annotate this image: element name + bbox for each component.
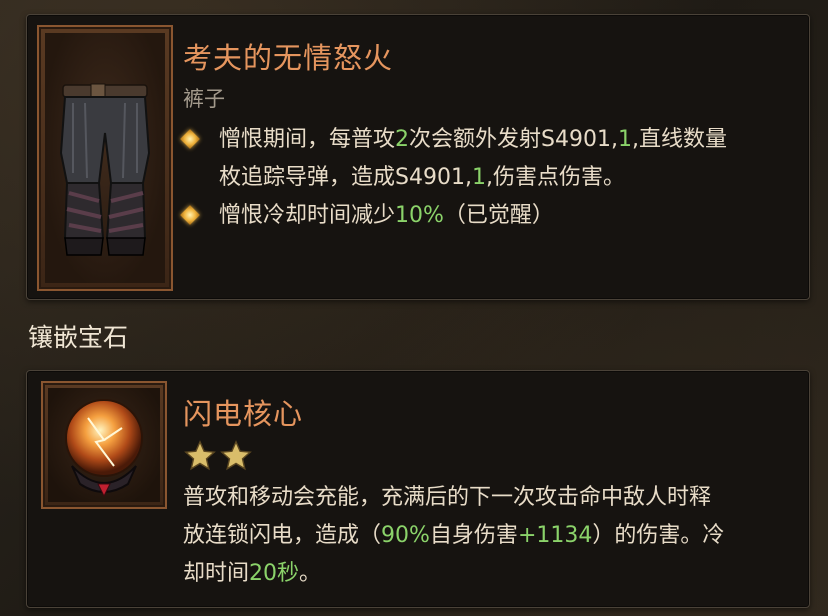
text-segment: 普攻和移动会充能，充满后的下一次攻击命中敌人时释 (183, 485, 712, 510)
socketed-gems-heading: 镶嵌宝石 (28, 323, 129, 352)
affix-1-text: 憎恨期间，每普攻2次会额外发射S4901,1,直线数量 枚追踪导弹，造成S4901… (219, 121, 727, 197)
text-segment: 自身伤害 (429, 523, 518, 548)
affix-line: 憎恨期间，每普攻2次会额外发射S4901,1,直线数量 (219, 121, 727, 159)
star-icon (184, 440, 216, 471)
gem-tooltip-panel: 闪电核心 普攻和移动会充能，充满后的下一次攻击命中敌人时释 放连锁闪电，造成（90… (26, 370, 810, 608)
pants-icon (59, 83, 151, 256)
gem-description: 普攻和移动会充能，充满后的下一次攻击命中敌人时释 放连锁闪电，造成（90%自身伤害… (183, 479, 803, 593)
text-segment: 枚追踪导弹，造成S4901, (219, 165, 472, 190)
text-segment: 次会额外发射S4901, (409, 127, 618, 152)
item-tooltip-panel: 考夫的无情怒火 裤子 憎恨期间，每普攻2次会额外发射S4901,1,直线数量 枚追… (26, 14, 810, 300)
diamond-bullet-icon (180, 129, 200, 149)
item-name: 考夫的无情怒火 (183, 41, 394, 75)
text-segment: ,伤害点伤害。 (485, 165, 625, 190)
text-segment: ）的伤害。冷 (592, 523, 725, 548)
text-segment: ,直线数量 (631, 127, 727, 152)
lightning-orb-icon (65, 399, 143, 498)
text-segment: 。 (299, 561, 322, 586)
highlighted-value: 20秒 (249, 561, 300, 586)
gem-name: 闪电核心 (183, 397, 304, 431)
affix-2-text: 憎恨冷却时间减少10%（已觉醒） (219, 197, 554, 235)
gem-description-line: 普攻和移动会充能，充满后的下一次攻击命中敌人时释 (183, 479, 803, 517)
gem-icon-frame[interactable] (41, 381, 167, 509)
text-segment: 放连锁闪电，造成（ (183, 523, 382, 548)
highlighted-value: 1 (617, 127, 632, 152)
item-type: 裤子 (183, 87, 225, 111)
text-segment: （已觉醒） (443, 203, 554, 228)
highlighted-value: +1134 (517, 523, 593, 548)
affix-line: 枚追踪导弹，造成S4901,1,伤害点伤害。 (219, 159, 727, 197)
gem-description-line: 放连锁闪电，造成（90%自身伤害+1134）的伤害。冷 (183, 517, 803, 555)
item-icon-frame[interactable] (37, 25, 173, 291)
text-segment: 憎恨期间，每普攻 (219, 127, 396, 152)
text-segment: 憎恨冷却时间减少 (219, 203, 396, 228)
gem-description-line: 却时间20秒。 (183, 555, 803, 593)
star-icon (220, 440, 252, 471)
diamond-bullet-icon (180, 205, 200, 225)
highlighted-value: 90% (381, 523, 430, 548)
highlighted-value: 2 (395, 127, 410, 152)
highlighted-value: 10% (395, 203, 444, 228)
affix-line: 憎恨冷却时间减少10%（已觉醒） (219, 197, 554, 235)
highlighted-value: 1 (471, 165, 486, 190)
text-segment: 却时间 (183, 561, 250, 586)
